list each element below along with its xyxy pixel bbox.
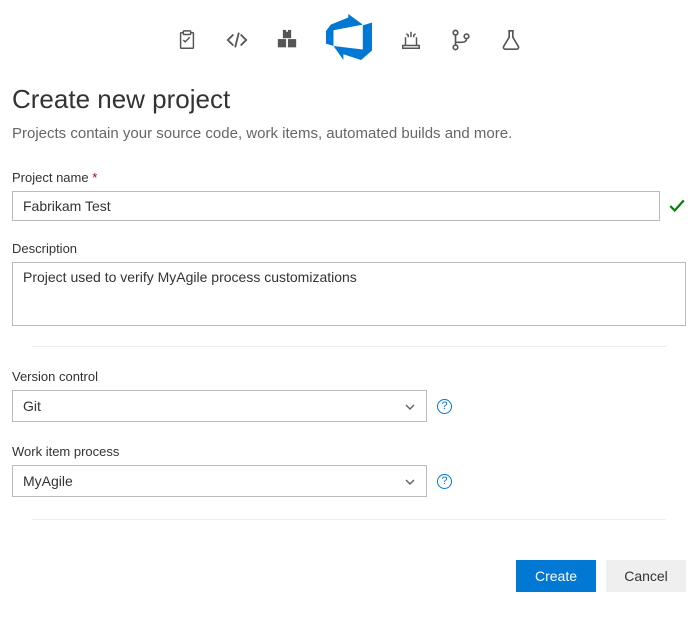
description-input[interactable]: <!-- filled with spellcheck styling belo… <box>12 262 686 326</box>
project-name-input[interactable] <box>12 191 660 221</box>
version-control-label: Version control <box>12 369 686 384</box>
required-marker: * <box>92 170 97 185</box>
work-items-icon[interactable] <box>176 29 198 51</box>
page-subtitle: Projects contain your source code, work … <box>12 125 686 142</box>
work-item-process-help-icon[interactable]: ? <box>437 474 452 489</box>
description-label: Description <box>12 241 686 256</box>
dialog-footer: Create Cancel <box>12 542 686 592</box>
divider <box>32 346 666 347</box>
work-item-process-label: Work item process <box>12 444 686 459</box>
builds-icon[interactable] <box>400 29 422 51</box>
chevron-down-icon <box>404 400 416 412</box>
divider <box>32 519 666 520</box>
valid-check-icon <box>668 197 686 215</box>
version-control-help-icon[interactable]: ? <box>437 399 452 414</box>
cancel-button[interactable]: Cancel <box>606 560 686 592</box>
project-name-label-text: Project name <box>12 170 89 185</box>
service-icon-bar <box>12 12 686 84</box>
azure-devops-icon[interactable] <box>326 14 372 60</box>
version-control-select[interactable]: Git <box>12 390 427 422</box>
work-item-process-select[interactable]: MyAgile <box>12 465 427 497</box>
tests-icon[interactable] <box>500 29 522 51</box>
version-control-value: Git <box>23 398 41 414</box>
repos-icon[interactable] <box>450 29 472 51</box>
project-name-label: Project name * <box>12 170 686 185</box>
work-item-process-value: MyAgile <box>23 473 73 489</box>
chevron-down-icon <box>404 475 416 487</box>
create-button[interactable]: Create <box>516 560 596 592</box>
packages-icon[interactable] <box>276 29 298 51</box>
code-icon[interactable] <box>226 29 248 51</box>
page-title: Create new project <box>12 84 686 115</box>
